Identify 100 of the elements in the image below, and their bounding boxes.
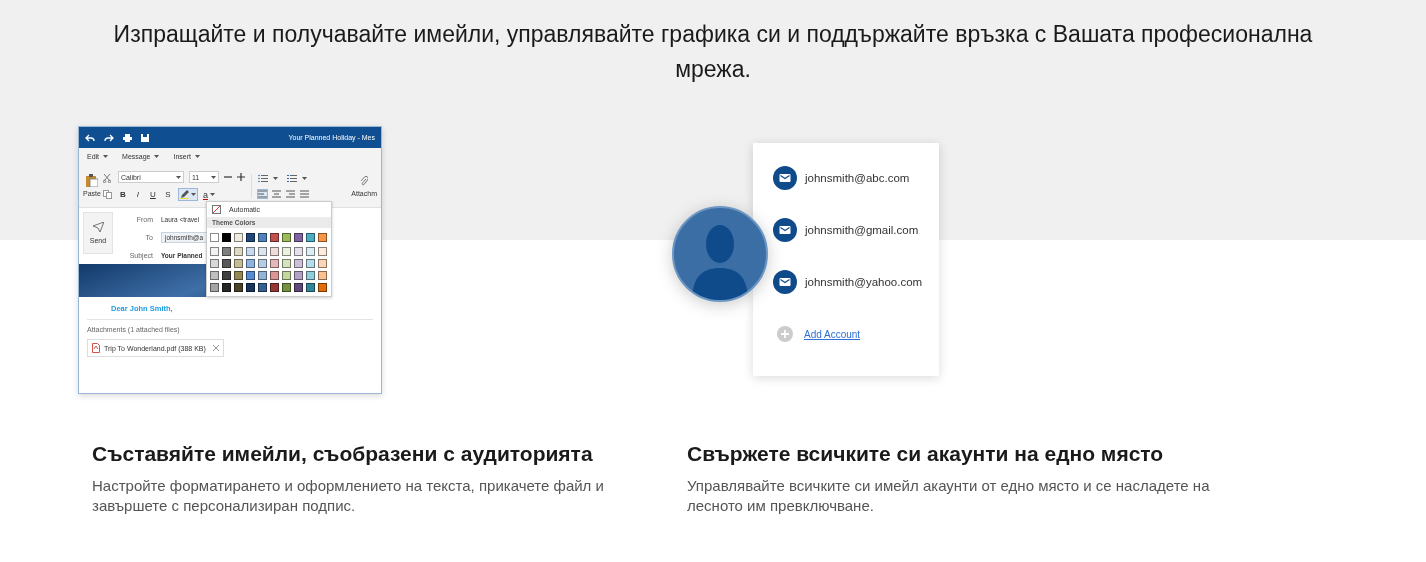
format-button[interactable]: S bbox=[162, 190, 173, 199]
format-button[interactable]: B bbox=[117, 190, 128, 199]
color-swatch[interactable] bbox=[234, 247, 243, 256]
color-swatch[interactable] bbox=[210, 283, 219, 292]
color-swatch[interactable] bbox=[258, 233, 267, 242]
close-icon[interactable] bbox=[212, 345, 219, 351]
color-swatch[interactable] bbox=[246, 271, 255, 280]
align-right-icon[interactable] bbox=[285, 190, 295, 198]
color-swatch[interactable] bbox=[306, 259, 315, 268]
color-swatch[interactable] bbox=[282, 259, 291, 268]
color-swatch[interactable] bbox=[234, 283, 243, 292]
caret-icon bbox=[190, 192, 196, 197]
color-swatch[interactable] bbox=[210, 233, 219, 242]
caret-icon bbox=[175, 174, 181, 180]
color-swatch[interactable] bbox=[222, 247, 231, 256]
color-swatch[interactable] bbox=[294, 271, 303, 280]
feature-title: Съставяйте имейли, съобразени с аудиторията bbox=[92, 441, 594, 467]
color-swatch[interactable] bbox=[318, 271, 327, 280]
color-swatch[interactable] bbox=[306, 283, 315, 292]
color-swatch[interactable] bbox=[318, 283, 327, 292]
color-swatch[interactable] bbox=[294, 247, 303, 256]
color-swatch[interactable] bbox=[282, 233, 291, 242]
color-swatch[interactable] bbox=[222, 271, 231, 280]
color-swatch[interactable] bbox=[318, 259, 327, 268]
color-swatch[interactable] bbox=[306, 271, 315, 280]
color-swatch[interactable] bbox=[258, 271, 267, 280]
color-swatch[interactable] bbox=[222, 233, 231, 242]
account-email: johnsmith@abc.com bbox=[805, 172, 910, 184]
align-left-icon[interactable] bbox=[257, 190, 267, 198]
color-swatch[interactable] bbox=[306, 247, 315, 256]
envelope-icon bbox=[773, 218, 797, 242]
redo-icon[interactable] bbox=[104, 133, 114, 142]
color-swatch[interactable] bbox=[270, 271, 279, 280]
feature-text: Настройте форматирането и оформлението на текста, прикачете файл и завършете с персонализиран подпис. bbox=[92, 476, 605, 516]
scissors-icon[interactable] bbox=[102, 173, 112, 183]
format-button[interactable]: I bbox=[132, 190, 143, 199]
color-swatch[interactable] bbox=[258, 259, 267, 268]
color-swatch[interactable] bbox=[234, 259, 243, 268]
color-swatch[interactable] bbox=[246, 259, 255, 268]
caret-icon bbox=[272, 176, 278, 181]
color-swatch[interactable] bbox=[270, 247, 279, 256]
color-swatch[interactable] bbox=[258, 283, 267, 292]
caret-icon bbox=[210, 174, 216, 180]
bullet-list-icon[interactable] bbox=[257, 174, 268, 183]
color-swatch[interactable] bbox=[270, 233, 279, 242]
color-swatch[interactable] bbox=[282, 247, 291, 256]
account-email: johnsmith@gmail.com bbox=[805, 224, 919, 236]
color-swatch[interactable] bbox=[294, 283, 303, 292]
feature-text: Управлявайте всичките си имейл акаунти от едно място и се насладете на лесното им превключване. bbox=[687, 476, 1211, 516]
no-color-icon bbox=[212, 205, 221, 214]
color-swatch[interactable] bbox=[234, 271, 243, 280]
color-swatch[interactable] bbox=[318, 233, 327, 242]
color-swatch[interactable] bbox=[210, 259, 219, 268]
color-swatch[interactable] bbox=[270, 283, 279, 292]
color-swatch[interactable] bbox=[282, 271, 291, 280]
align-center-icon[interactable] bbox=[271, 190, 281, 198]
highlight-button[interactable] bbox=[177, 188, 198, 201]
numbered-list-icon[interactable] bbox=[286, 174, 297, 183]
print-icon[interactable] bbox=[123, 133, 132, 142]
color-swatch[interactable] bbox=[246, 283, 255, 292]
clipboard-icon bbox=[85, 173, 98, 187]
color-swatch[interactable] bbox=[210, 247, 219, 256]
copy-icon[interactable] bbox=[102, 189, 112, 199]
color-swatch[interactable] bbox=[318, 247, 327, 256]
caret-icon bbox=[301, 176, 307, 181]
pen-icon bbox=[179, 190, 189, 199]
color-swatch[interactable] bbox=[246, 233, 255, 242]
caret-icon bbox=[154, 154, 160, 159]
color-swatch[interactable] bbox=[294, 259, 303, 268]
color-swatch[interactable] bbox=[222, 283, 231, 292]
justify-icon[interactable] bbox=[299, 190, 309, 198]
feature-title: Свържете всичките си акаунти на едно място bbox=[687, 441, 1165, 467]
headline: Изпращайте и получавайте имейли, управлявайте графика си и поддържайте връзка с Вашата професионална мрежа. bbox=[112, 20, 1314, 84]
caret-icon bbox=[209, 192, 215, 197]
color-swatch[interactable] bbox=[306, 233, 315, 242]
color-swatch[interactable] bbox=[294, 233, 303, 242]
paperclip-icon bbox=[360, 175, 369, 186]
envelope-icon bbox=[773, 270, 797, 294]
account-email: johnsmith@yahoo.com bbox=[805, 276, 923, 288]
color-swatch[interactable] bbox=[222, 259, 231, 268]
person-avatar-icon bbox=[672, 206, 768, 302]
format-button[interactable]: U bbox=[147, 190, 158, 199]
save-icon[interactable] bbox=[141, 133, 149, 142]
plus-icon[interactable] bbox=[236, 173, 245, 181]
color-swatch[interactable] bbox=[210, 271, 219, 280]
color-swatch[interactable] bbox=[246, 247, 255, 256]
caret-icon bbox=[195, 154, 200, 159]
undo-icon[interactable] bbox=[85, 133, 95, 142]
color-swatch[interactable] bbox=[270, 259, 279, 268]
color-swatch[interactable] bbox=[282, 283, 291, 292]
color-swatch[interactable] bbox=[258, 247, 267, 256]
caret-icon bbox=[103, 154, 109, 159]
font-color-button[interactable]: a bbox=[202, 189, 215, 200]
plus-circle-icon bbox=[777, 326, 793, 342]
color-swatch[interactable] bbox=[234, 233, 243, 242]
paper-plane-icon bbox=[92, 222, 104, 232]
envelope-icon bbox=[773, 166, 797, 190]
add-account-link[interactable]: Add Account bbox=[804, 328, 861, 340]
pdf-file-icon bbox=[92, 343, 100, 353]
minus-icon[interactable] bbox=[223, 173, 232, 181]
